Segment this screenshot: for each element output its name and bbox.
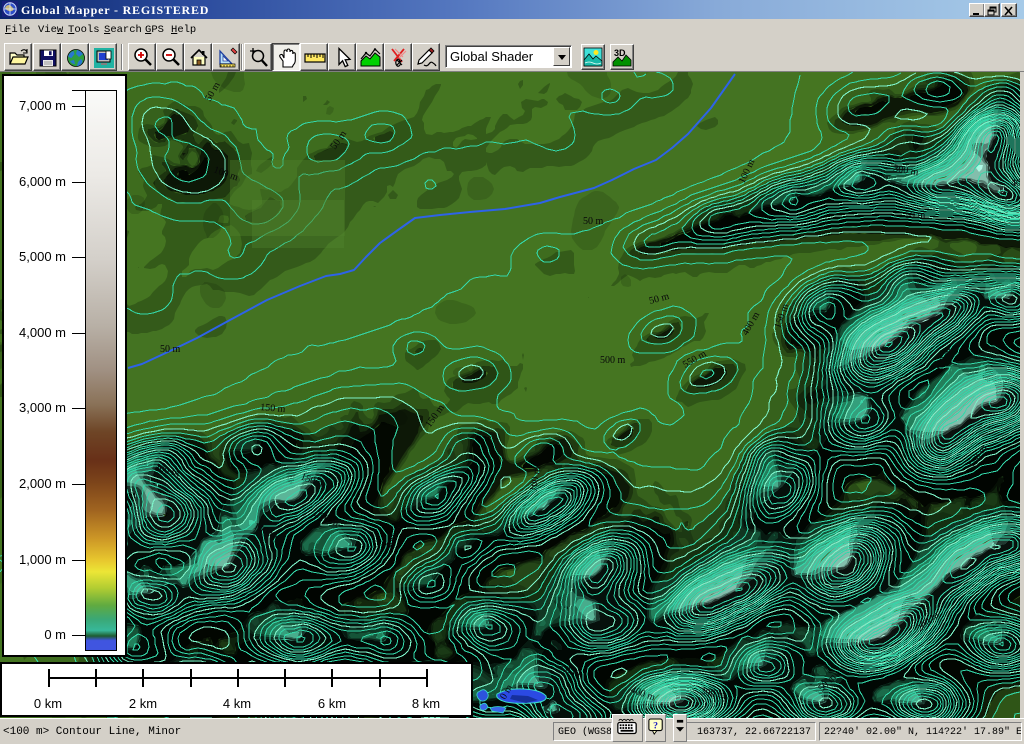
svg-text:50 m: 50 m <box>160 344 181 355</box>
svg-text:50 m: 50 m <box>905 210 926 221</box>
svg-text:50 m: 50 m <box>583 216 604 227</box>
svg-text:500 m: 500 m <box>600 355 626 366</box>
svg-text:?: ? <box>653 720 658 731</box>
svg-text:3D: 3D <box>614 48 626 58</box>
svg-text:150 m: 150 m <box>260 402 286 415</box>
